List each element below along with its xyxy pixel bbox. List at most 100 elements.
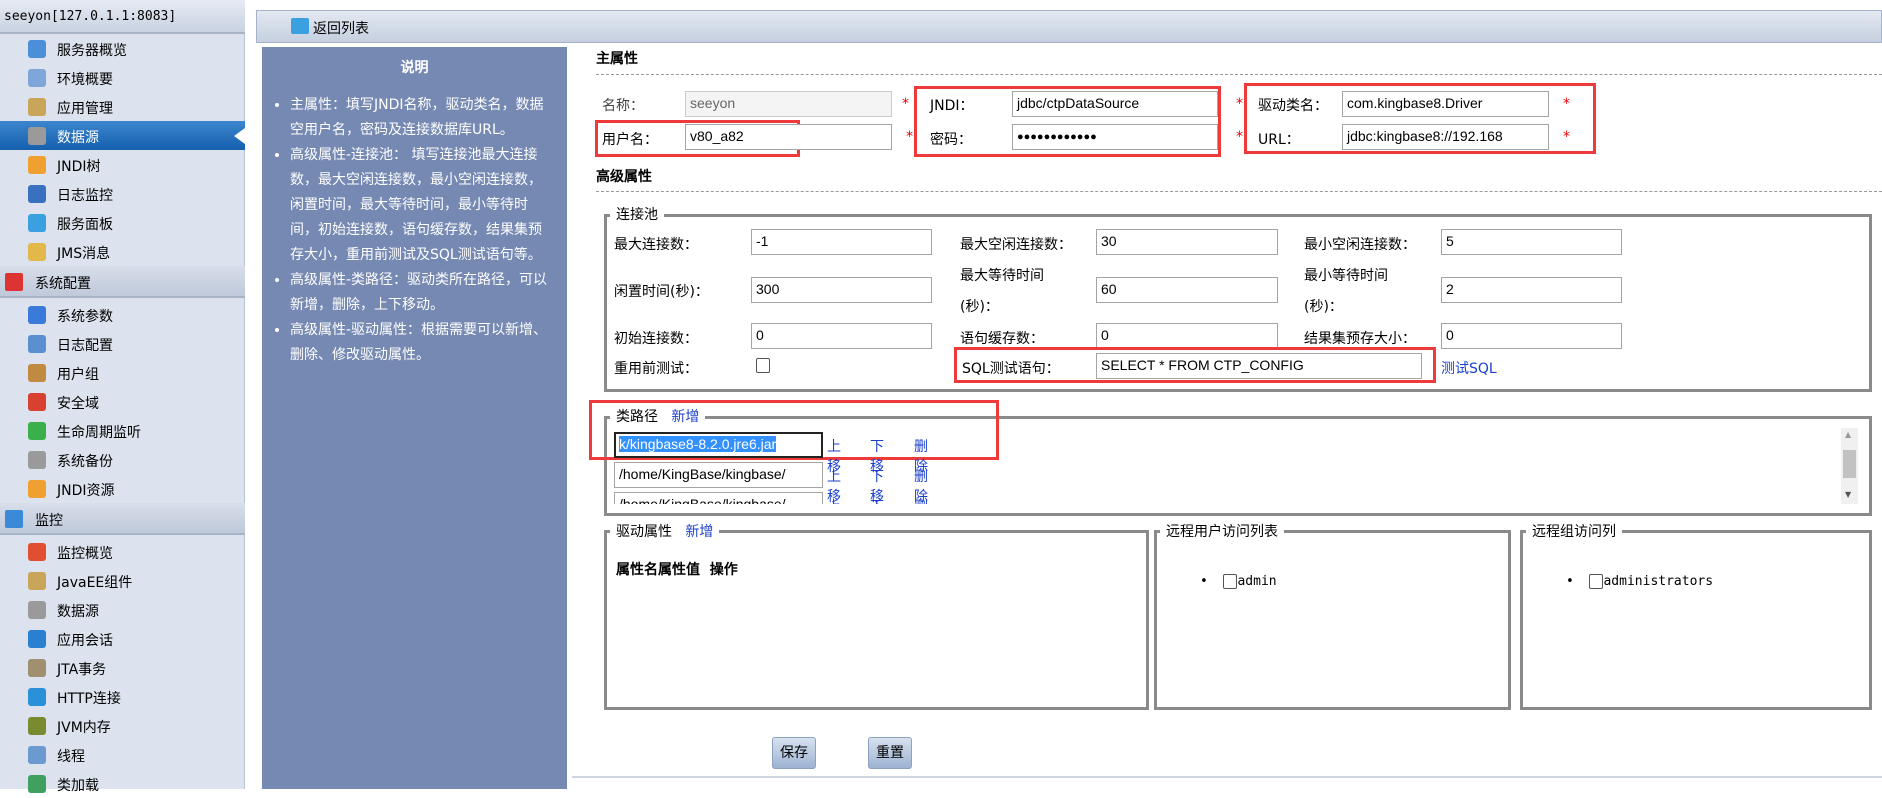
remote-user-item: • admin bbox=[1200, 574, 1277, 589]
divider bbox=[596, 74, 1882, 75]
sidebar-item[interactable]: 应用管理 bbox=[0, 92, 245, 121]
scroll-down-arrow-icon[interactable]: ▼ bbox=[1845, 490, 1851, 499]
required-mark: * bbox=[902, 96, 909, 112]
sidebar-item-label: JTA事务 bbox=[57, 662, 107, 678]
description-item: 主属性：填写JNDI名称，驱动类名，数据空用户名，密码及连接数据库URL。 bbox=[290, 93, 553, 143]
sidebar-item[interactable]: 安全域 bbox=[0, 387, 245, 416]
sidebar-item[interactable]: JTA事务 bbox=[0, 653, 245, 682]
sql-test-label: SQL测试语句： bbox=[962, 361, 1060, 377]
sidebar-section[interactable]: 系统配置 bbox=[0, 266, 245, 298]
test-sql-link[interactable]: 测试SQL bbox=[1441, 358, 1497, 378]
url-input[interactable]: jdbc:kingbase8://192.168 bbox=[1342, 124, 1549, 150]
database-icon bbox=[28, 451, 46, 469]
database-icon bbox=[28, 127, 46, 145]
sidebar-item[interactable]: 服务器概览 bbox=[0, 34, 245, 63]
sidebar-item[interactable]: 线程 bbox=[0, 740, 245, 769]
sidebar-item[interactable]: JVM内存 bbox=[0, 711, 245, 740]
driver-properties-add-link[interactable]: 新增 bbox=[685, 524, 713, 540]
remote-users-legend: 远程用户访问列表 bbox=[1160, 521, 1284, 541]
sidebar-item[interactable]: 环境概要 bbox=[0, 63, 245, 92]
stmt-cache-label: 语句缓存数： bbox=[960, 331, 1044, 347]
max-conn-input[interactable]: -1 bbox=[751, 229, 932, 255]
classpath-value: k/kingbase8-8.2.0.jre6.jar bbox=[619, 436, 777, 452]
sql-test-input[interactable]: SELECT * FROM CTP_CONFIG bbox=[1096, 353, 1422, 379]
delete-link[interactable]: 删除 bbox=[914, 496, 928, 504]
sidebar-section-label: 监控 bbox=[35, 513, 63, 529]
classpath-add-link[interactable]: 新增 bbox=[671, 409, 699, 425]
classpath-input[interactable]: /home/KingBase/kingbase/ bbox=[614, 462, 823, 488]
sidebar-item[interactable]: 服务面板 bbox=[0, 208, 245, 237]
sidebar-item-label: 数据源 bbox=[57, 130, 99, 146]
scroll-up-arrow-icon[interactable]: ▲ bbox=[1845, 430, 1851, 439]
folder-tree-icon bbox=[28, 156, 46, 174]
sidebar-item[interactable]: JMS消息 bbox=[0, 237, 245, 266]
sidebar-item[interactable]: JavaEE组件 bbox=[0, 566, 245, 595]
sidebar-item[interactable]: 日志监控 bbox=[0, 179, 245, 208]
password-input[interactable]: ●●●●●●●●●●●● bbox=[1012, 124, 1218, 150]
sidebar-item[interactable]: 生命周期监听 bbox=[0, 416, 245, 445]
sidebar-item[interactable]: 类加载 bbox=[0, 769, 245, 798]
sidebar-item[interactable]: 数据源 bbox=[0, 595, 245, 624]
save-button[interactable]: 保存 bbox=[772, 737, 816, 769]
sidebar-item-label: 用户组 bbox=[57, 367, 99, 383]
move-up-link[interactable]: 上移 bbox=[827, 496, 841, 504]
classpath-scrollbar[interactable]: ▲ ▼ bbox=[1841, 428, 1858, 504]
driver-properties-legend: 驱动属性 新增 bbox=[610, 521, 720, 541]
required-mark: * bbox=[1563, 96, 1570, 112]
username-input[interactable]: v80_a82 bbox=[685, 124, 892, 150]
classpath-list: k/kingbase8-8.2.0.jre6.jar 上移 下移 删除 /hom… bbox=[612, 428, 1832, 504]
window-icon bbox=[28, 98, 46, 116]
driver-properties-fieldset bbox=[604, 530, 1149, 710]
sidebar-item[interactable]: 监控概览 bbox=[0, 537, 245, 566]
sidebar-item[interactable]: 应用会话 bbox=[0, 624, 245, 653]
sidebar-item[interactable]: JNDI树 bbox=[0, 150, 245, 179]
sidebar-item[interactable]: 日志配置 bbox=[0, 329, 245, 358]
init-conn-input[interactable]: 0 bbox=[751, 323, 932, 349]
sidebar-item[interactable]: 用户组 bbox=[0, 358, 245, 387]
lifebuoy-icon bbox=[28, 393, 46, 411]
sidebar-item[interactable]: 数据源 bbox=[0, 121, 245, 150]
required-mark: * bbox=[1563, 129, 1570, 145]
database-icon bbox=[28, 601, 46, 619]
advanced-properties-title: 高级属性 bbox=[596, 169, 652, 185]
jndi-input[interactable]: jdbc/ctpDataSource bbox=[1012, 91, 1218, 117]
sidebar-item-label: 服务器概览 bbox=[57, 43, 127, 59]
username-label: 用户名： bbox=[602, 132, 658, 148]
driver-class-label: 驱动类名： bbox=[1258, 98, 1328, 114]
min-idle-input[interactable]: 5 bbox=[1441, 229, 1622, 255]
max-idle-input[interactable]: 30 bbox=[1096, 229, 1278, 255]
sidebar-item[interactable]: 系统参数 bbox=[0, 300, 245, 329]
test-before-reuse-checkbox[interactable] bbox=[756, 358, 770, 373]
sidebar-item-label: 应用会话 bbox=[57, 633, 113, 649]
driver-class-input[interactable]: com.kingbase8.Driver bbox=[1342, 91, 1549, 117]
driver-properties-header: 属性名属性值 操作 bbox=[616, 562, 738, 578]
stmt-cache-input[interactable]: 0 bbox=[1096, 323, 1278, 349]
remote-group-checkbox[interactable] bbox=[1589, 574, 1604, 589]
sidebar-item[interactable]: HTTP连接 bbox=[0, 682, 245, 711]
remote-group-item: • administrators bbox=[1566, 574, 1714, 589]
reset-button[interactable]: 重置 bbox=[868, 737, 912, 769]
sidebar-section[interactable]: 监控 bbox=[0, 503, 245, 535]
move-down-link[interactable]: 下移 bbox=[870, 496, 884, 504]
classpath-input[interactable]: k/kingbase8-8.2.0.jre6.jar bbox=[614, 432, 823, 458]
sidebar-item-label: 日志监控 bbox=[57, 188, 113, 204]
max-wait-input[interactable]: 60 bbox=[1096, 277, 1278, 303]
idle-time-input[interactable]: 300 bbox=[751, 277, 932, 303]
name-input[interactable]: seeyon bbox=[685, 91, 892, 117]
remote-user-checkbox[interactable] bbox=[1223, 574, 1238, 589]
result-prefetch-input[interactable]: 0 bbox=[1441, 323, 1622, 349]
classpath-legend: 类路径 新增 bbox=[610, 406, 706, 426]
sidebar-item-label: 系统参数 bbox=[57, 309, 113, 325]
min-wait-input[interactable]: 2 bbox=[1441, 277, 1622, 303]
sidebar-item[interactable]: 系统备份 bbox=[0, 445, 245, 474]
scrollbar-thumb[interactable] bbox=[1843, 450, 1856, 478]
sidebar-item[interactable]: JNDI资源 bbox=[0, 474, 245, 503]
classpath-input[interactable]: /home/KingBase/kingbase/ bbox=[614, 492, 823, 504]
init-conn-label: 初始连接数： bbox=[614, 331, 698, 347]
server-title: seeyon[127.0.1.1:8083] bbox=[0, 0, 245, 34]
sidebar-item-label: JNDI资源 bbox=[57, 483, 115, 499]
max-wait-label-unit: (秒)： bbox=[960, 299, 999, 315]
sidebar-item-label: JVM内存 bbox=[57, 720, 111, 736]
bottom-divider bbox=[572, 776, 1882, 778]
remote-users-fieldset bbox=[1154, 530, 1511, 710]
